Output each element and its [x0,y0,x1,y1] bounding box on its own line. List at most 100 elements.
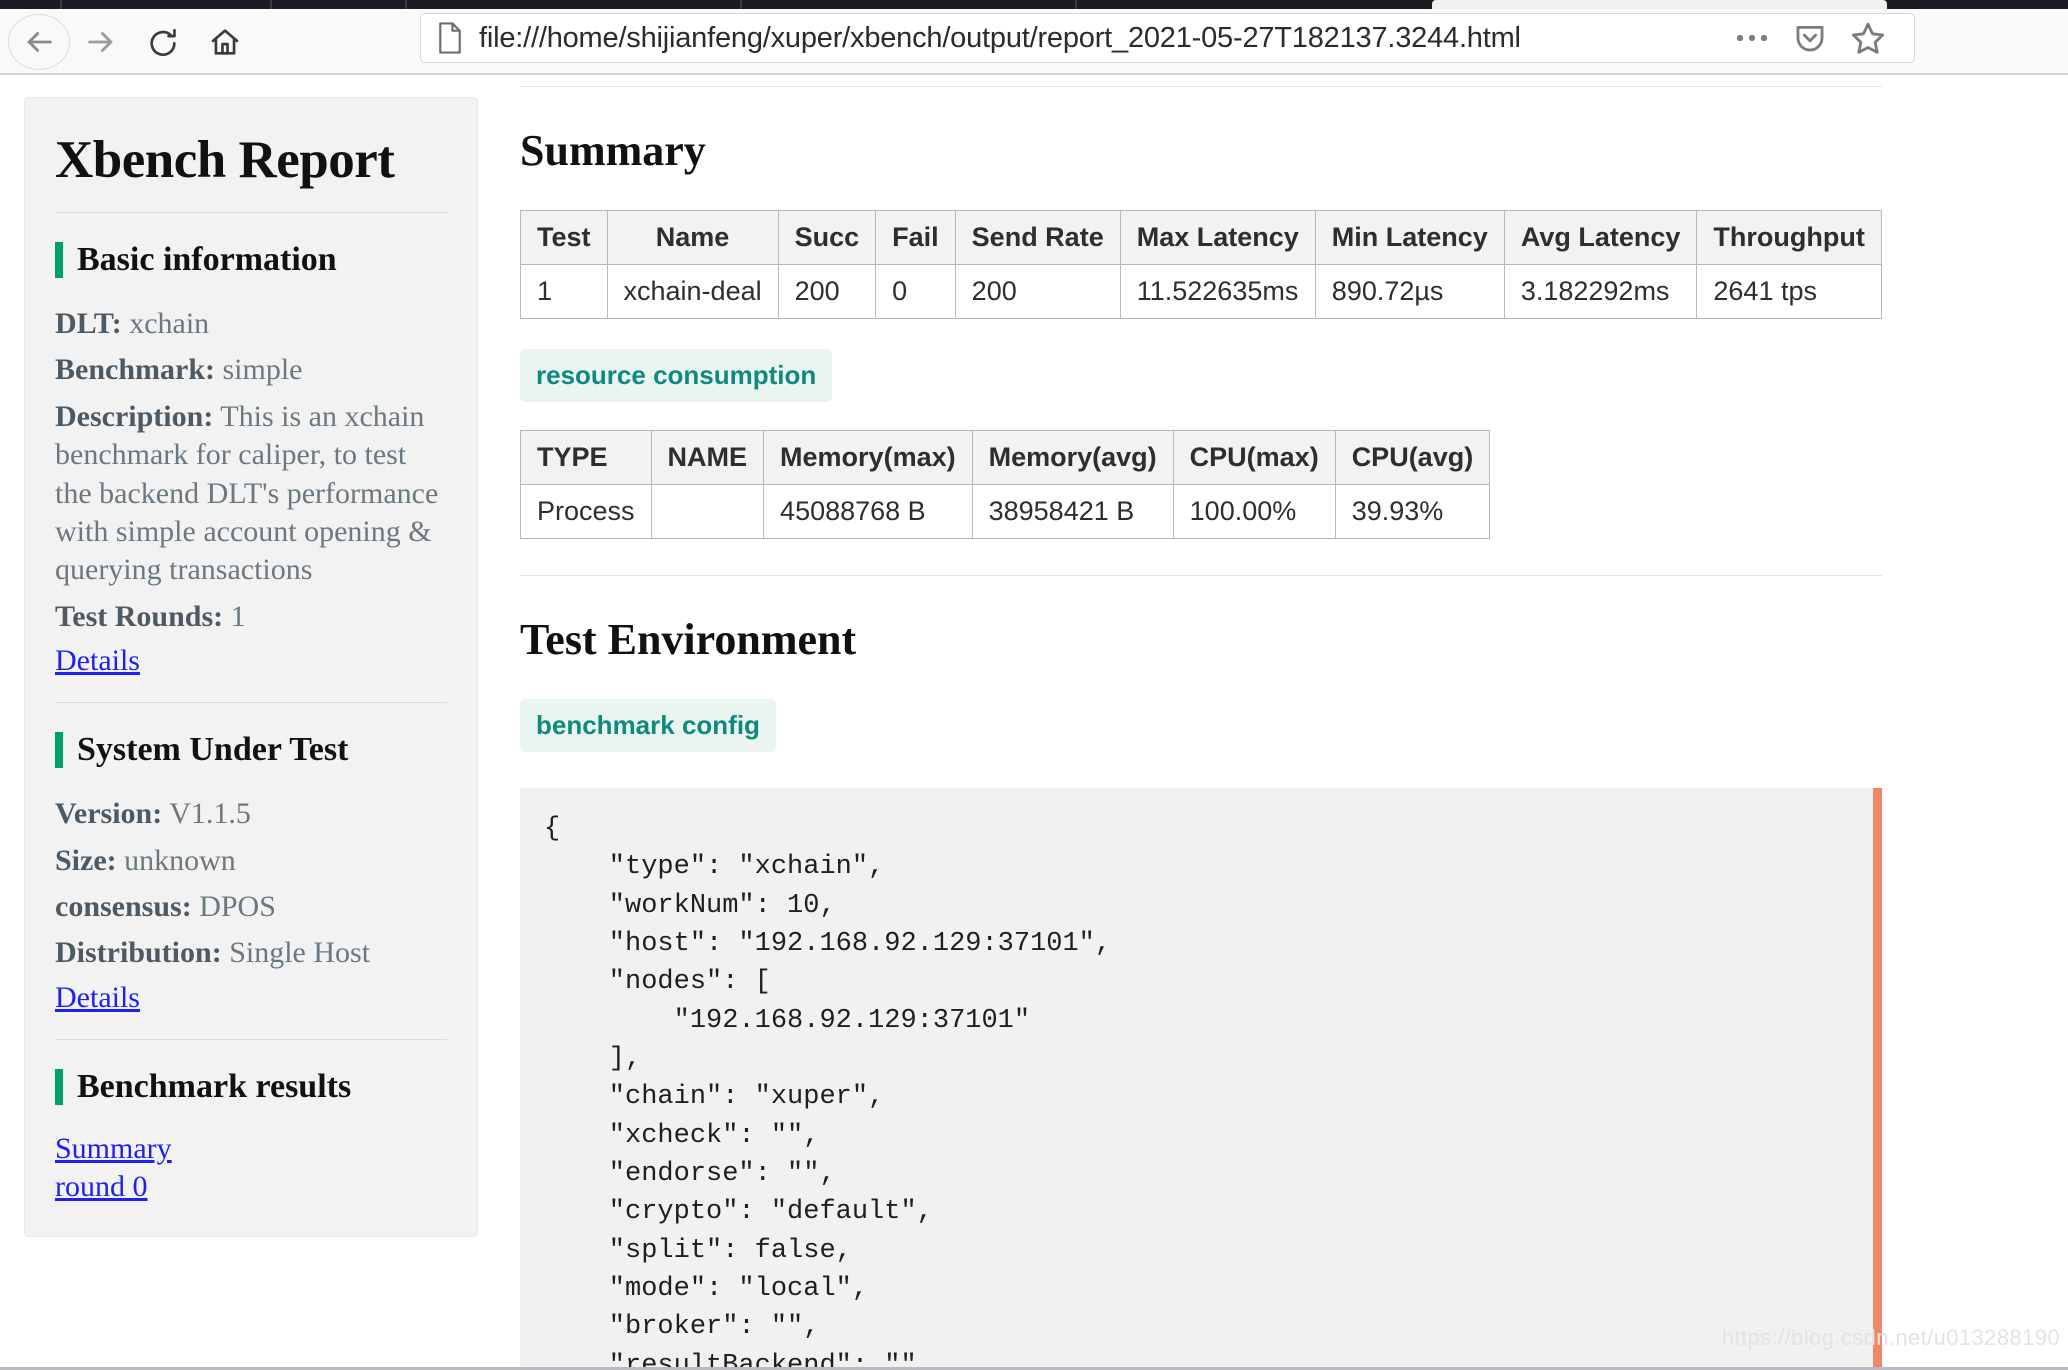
column-header-memory-max: Memory(max) [764,431,973,485]
field-consensus-value: DPOS [199,890,276,923]
table-row: 1 xchain-deal 200 0 200 11.522635ms 890.… [521,265,1882,319]
cell-cpu-max: 100.00% [1173,485,1335,539]
cell-memory-max: 45088768 B [764,485,973,539]
column-header-name: NAME [651,431,764,485]
field-consensus: consensus: DPOS [55,888,447,926]
system-under-test-details-link[interactable]: Details [55,981,447,1015]
field-size-key: Size: [55,844,117,877]
table-row: Process 45088768 B 38958421 B 100.00% 39… [521,485,1490,539]
back-arrow-icon [22,25,56,59]
sidebar-section-system-under-test: System Under Test Version: V1.1.5 Size: … [55,731,447,1015]
cell-fail: 0 [876,265,956,319]
home-icon [209,26,241,58]
field-test-rounds-key: Test Rounds: [55,600,223,633]
cell-name: xchain-deal [607,265,778,319]
column-header-test: Test [521,211,608,265]
sidebar-heading-basic-information: Basic information [55,241,447,279]
page-actions-button[interactable] [1728,16,1776,60]
field-test-rounds: Test Rounds: 1 [55,598,447,636]
active-tab[interactable] [1432,0,1887,9]
tab-separator [405,0,407,9]
benchmark-config-code-block[interactable]: { "type": "xchain", "workNum": 10, "host… [520,788,1882,1367]
column-header-send-rate: Send Rate [955,211,1120,265]
column-header-type: TYPE [521,431,652,485]
field-description: Description: This is an xchain benchmark… [55,398,447,590]
star-icon [1850,20,1886,56]
cell-min-latency: 890.72µs [1315,265,1504,319]
column-header-min-latency: Min Latency [1315,211,1504,265]
column-header-succ: Succ [778,211,876,265]
page-title: Xbench Report [55,130,447,190]
tab-separator [270,0,272,9]
url-text: file:///home/shijianfeng/xuper/xbench/ou… [479,22,1521,55]
table-header-row: TYPE NAME Memory(max) Memory(avg) CPU(ma… [521,431,1490,485]
column-header-max-latency: Max Latency [1120,211,1315,265]
column-header-cpu-max: CPU(max) [1173,431,1335,485]
field-size-value: unknown [124,844,236,877]
column-header-memory-avg: Memory(avg) [972,431,1173,485]
sidebar-section-basic-information: Basic information DLT: xchain Benchmark:… [55,241,447,678]
tab-strip[interactable] [0,0,2068,9]
cell-type: Process [521,485,652,539]
field-description-key: Description: [55,400,213,433]
content-divider [520,86,1882,87]
cell-name [651,485,764,539]
content-divider [520,575,1882,576]
field-test-rounds-value: 1 [231,600,246,633]
report-page: Xbench Report Basic information DLT: xch… [0,77,2068,1367]
benchmark-results-summary-link[interactable]: Summary [55,1132,447,1166]
field-benchmark: Benchmark: simple [55,351,447,389]
pocket-icon [1793,21,1827,55]
sidebar-divider [55,702,447,703]
field-dlt: DLT: xchain [55,305,447,343]
field-version-key: Version: [55,797,162,830]
spacer [55,680,447,702]
benchmark-config-json: { "type": "xchain", "workNum": 10, "host… [544,810,1849,1367]
url-bar[interactable]: file:///home/shijianfeng/xuper/xbench/ou… [420,13,1820,63]
column-header-cpu-avg: CPU(avg) [1335,431,1490,485]
cell-avg-latency: 3.182292ms [1504,265,1697,319]
column-header-throughput: Throughput [1697,211,1881,265]
tab-separator [60,0,62,9]
field-distribution-key: Distribution: [55,936,222,969]
field-version: Version: V1.1.5 [55,795,447,833]
field-dlt-key: DLT: [55,307,122,340]
cell-send-rate: 200 [955,265,1120,319]
sidebar-heading-label: System Under Test [77,731,348,769]
basic-information-details-link[interactable]: Details [55,644,447,678]
field-distribution-value: Single Host [229,936,370,969]
field-dlt-value: xchain [129,307,209,340]
column-header-fail: Fail [876,211,956,265]
sidebar-heading-label: Basic information [77,241,337,279]
home-button[interactable] [194,18,256,66]
cell-memory-avg: 38958421 B [972,485,1173,539]
field-distribution: Distribution: Single Host [55,934,447,972]
pocket-button[interactable] [1786,16,1834,60]
spacer [520,402,2068,430]
bookmark-button[interactable] [1844,16,1892,60]
sidebar-divider [55,1039,447,1040]
tab-separator [740,0,742,9]
sidebar-divider [55,212,447,213]
field-consensus-key: consensus: [55,890,192,923]
benchmark-results-round-0-link[interactable]: round 0 [55,1170,447,1204]
spacer [520,539,2068,575]
field-benchmark-value: simple [223,353,303,386]
column-header-avg-latency: Avg Latency [1504,211,1697,265]
sidebar-heading-label: Benchmark results [77,1068,351,1106]
cell-cpu-avg: 39.93% [1335,485,1490,539]
forward-button[interactable] [70,18,132,66]
urlbar-actions [1700,13,1915,63]
back-button[interactable] [8,14,70,70]
forward-arrow-icon [84,25,118,59]
tab-separator [1075,0,1077,9]
reload-button[interactable] [132,18,194,66]
cell-succ: 200 [778,265,876,319]
spacer [55,1017,447,1039]
accent-bar-icon [55,1069,63,1105]
spacer [520,319,2068,349]
ellipsis-icon [1735,32,1769,44]
summary-table: Test Name Succ Fail Send Rate Max Latenc… [520,210,1882,319]
navigation-buttons [8,14,256,70]
cell-max-latency: 11.522635ms [1120,265,1315,319]
